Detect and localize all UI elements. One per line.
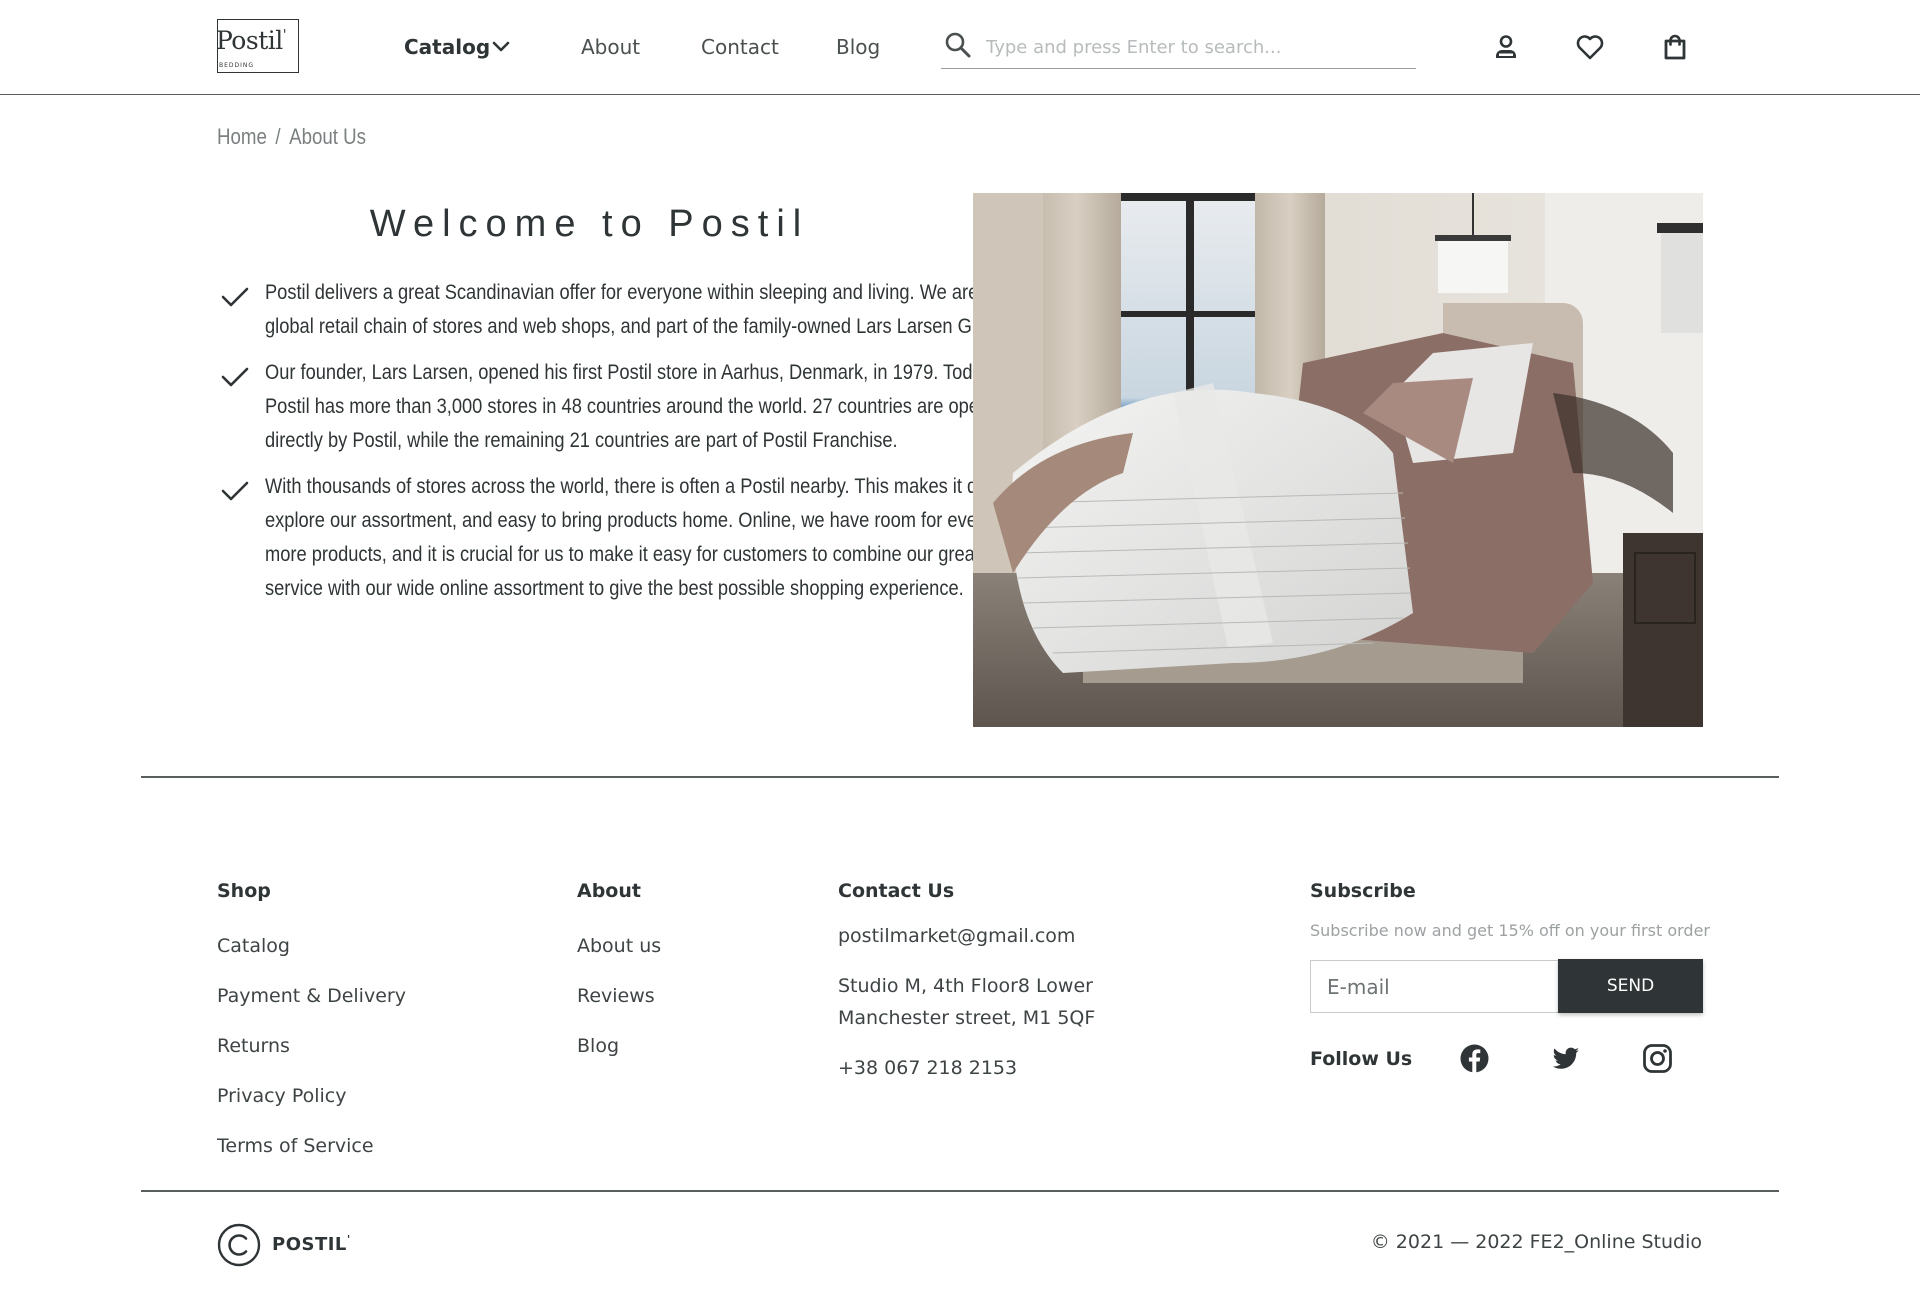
about-points-list: Postil delivers a great Scandinavian off… bbox=[217, 276, 1030, 618]
footer-contact-address-line2: Manchester street, M1 5QF bbox=[838, 1007, 1096, 1029]
subscribe-email-input[interactable] bbox=[1310, 960, 1558, 1013]
about-point-text: With thousands of stores across the worl… bbox=[265, 475, 1030, 600]
footer-contact-address-line1: Studio M, 4th Floor8 Lower bbox=[838, 975, 1093, 997]
footer-about-title: About bbox=[577, 880, 641, 902]
subscribe-send-button[interactable]: SEND bbox=[1558, 959, 1703, 1013]
chevron-down-icon[interactable] bbox=[492, 40, 510, 54]
check-icon bbox=[221, 287, 249, 307]
site-header: Postil' BEDDING Catalog About Contact Bl… bbox=[0, 0, 1920, 95]
footer-subscribe-title: Subscribe bbox=[1310, 880, 1416, 902]
footer-link-catalog[interactable]: Catalog bbox=[217, 935, 290, 957]
about-point-text: Our founder, Lars Larsen, opened his fir… bbox=[265, 361, 1021, 452]
about-point: Our founder, Lars Larsen, opened his fir… bbox=[217, 356, 1021, 458]
nav-contact[interactable]: Contact bbox=[701, 35, 779, 59]
search-bar bbox=[941, 28, 1416, 69]
facebook-icon[interactable] bbox=[1459, 1043, 1490, 1074]
breadcrumb: Home / About Us bbox=[217, 124, 366, 150]
nav-about[interactable]: About bbox=[581, 35, 640, 59]
site-logo[interactable]: Postil' BEDDING bbox=[216, 19, 299, 73]
footer-link-payment-delivery[interactable]: Payment & Delivery bbox=[217, 985, 406, 1007]
search-input[interactable] bbox=[986, 32, 1406, 62]
footer-link-privacy-policy[interactable]: Privacy Policy bbox=[217, 1085, 346, 1107]
heart-icon[interactable] bbox=[1575, 32, 1605, 62]
footer-link-reviews[interactable]: Reviews bbox=[577, 985, 655, 1007]
logo-subtitle: BEDDING bbox=[219, 62, 255, 69]
footer-link-about-us[interactable]: About us bbox=[577, 935, 661, 957]
user-icon[interactable] bbox=[1491, 32, 1521, 62]
check-icon bbox=[221, 481, 249, 501]
footer-link-terms-of-service[interactable]: Terms of Service bbox=[217, 1135, 374, 1157]
copyright-logo-icon bbox=[217, 1223, 261, 1267]
footer-contact-title: Contact Us bbox=[838, 880, 955, 902]
breadcrumb-current[interactable]: About Us bbox=[289, 124, 366, 149]
instagram-icon[interactable] bbox=[1642, 1043, 1673, 1074]
footer-brand[interactable]: POSTIL' bbox=[272, 1233, 351, 1255]
bedroom-hero-image bbox=[973, 193, 1703, 727]
about-point-text: Postil delivers a great Scandinavian off… bbox=[265, 281, 1014, 338]
about-point: With thousands of stores across the worl… bbox=[217, 470, 1030, 606]
follow-us-label: Follow Us bbox=[1310, 1048, 1413, 1070]
breadcrumb-home[interactable]: Home bbox=[217, 124, 267, 149]
shopping-bag-icon[interactable] bbox=[1660, 32, 1690, 62]
twitter-icon[interactable] bbox=[1550, 1043, 1581, 1074]
footer-link-returns[interactable]: Returns bbox=[217, 1035, 290, 1057]
content-divider bbox=[141, 776, 1779, 778]
nav-catalog[interactable]: Catalog bbox=[404, 35, 490, 59]
nav-blog[interactable]: Blog bbox=[836, 35, 880, 59]
logo-wordmark: Postil' bbox=[216, 26, 287, 55]
footer-divider bbox=[141, 1190, 1779, 1192]
footer-shop-title: Shop bbox=[217, 880, 271, 902]
breadcrumb-separator: / bbox=[275, 124, 281, 149]
about-point: Postil delivers a great Scandinavian off… bbox=[217, 276, 1013, 344]
footer-link-blog[interactable]: Blog bbox=[577, 1035, 619, 1057]
subscribe-description: Subscribe now and get 15% off on your fi… bbox=[1310, 921, 1710, 940]
search-icon[interactable] bbox=[944, 31, 972, 59]
copyright-text: © 2021 — 2022 FE2_Online Studio bbox=[1370, 1231, 1702, 1253]
footer-contact-phone[interactable]: +38 067 218 2153 bbox=[838, 1057, 1017, 1079]
footer-contact-email[interactable]: postilmarket@gmail.com bbox=[838, 925, 1075, 947]
page-title: Welcome to Postil bbox=[369, 203, 810, 245]
check-icon bbox=[221, 367, 249, 387]
